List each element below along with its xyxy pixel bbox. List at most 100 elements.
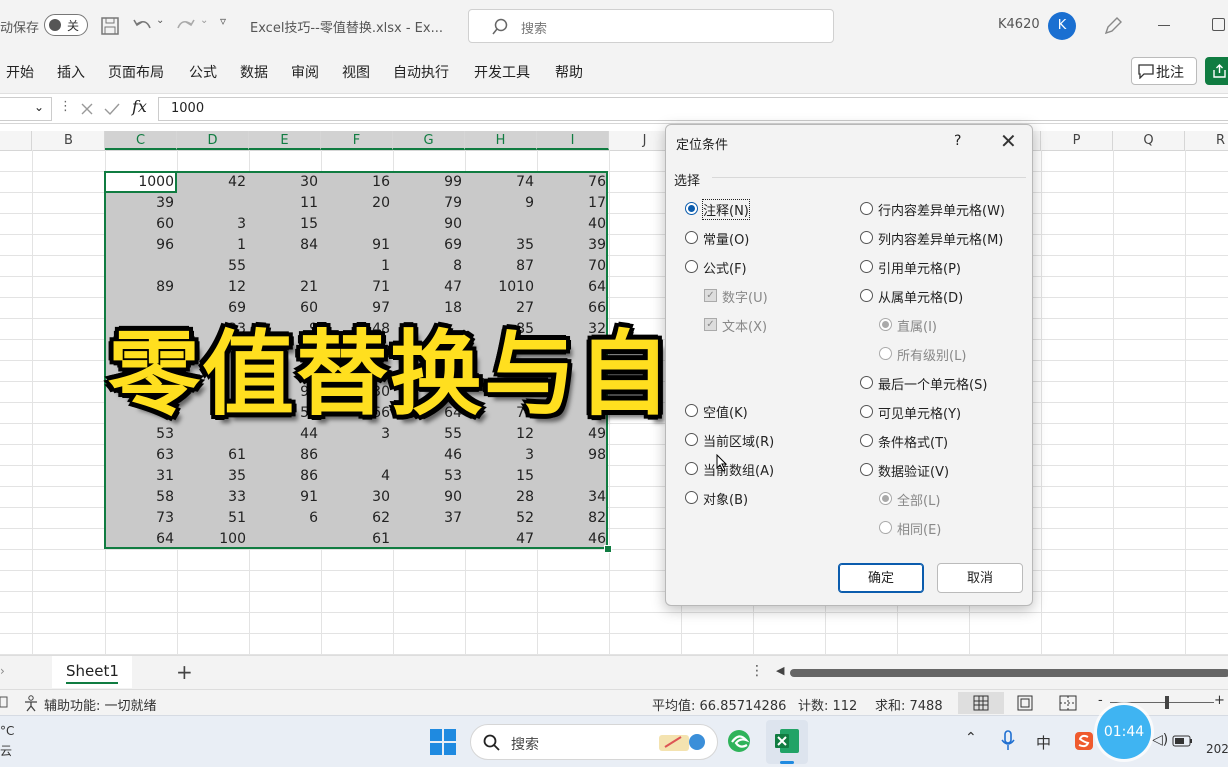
cell-value[interactable]: 46 [393,445,465,466]
tab-page-layout[interactable]: 页面布局 [108,62,164,82]
cell-value[interactable]: 30 [249,172,321,193]
sheet-tab-sheet1[interactable]: Sheet1 [52,656,132,688]
cell-value[interactable]: 52 [465,508,537,529]
designer-pen-icon[interactable] [1102,15,1124,37]
cell-value[interactable]: 35 [177,466,249,487]
zoom-slider[interactable] [1110,702,1214,703]
cell-value[interactable]: 61 [321,529,393,550]
cell-value[interactable]: 100 [177,529,249,550]
column-header-p[interactable]: P [1041,131,1113,150]
cell-value[interactable]: 89 [105,277,177,298]
status-average[interactable]: 平均值: 66.85714286 [652,695,786,714]
tab-help[interactable]: 帮助 [555,62,583,82]
share-button[interactable] [1205,57,1228,85]
page-break-view-icon[interactable] [1059,695,1077,711]
cell-value[interactable]: 39 [537,235,609,256]
excel-taskbar-button[interactable] [766,720,808,764]
cell-value[interactable]: 98 [537,445,609,466]
cell-value[interactable]: 74 [465,172,537,193]
cell-value[interactable]: 46 [537,529,609,550]
cell-value[interactable]: 17 [537,193,609,214]
cell-value[interactable]: 91 [321,235,393,256]
cell-value[interactable]: 3 [177,214,249,235]
column-header-q[interactable]: Q [1113,131,1185,150]
microphone-icon[interactable] [1000,730,1016,752]
insert-function-icon[interactable]: fx [132,97,147,116]
cell-value[interactable]: 16 [321,172,393,193]
sogou-ime-icon[interactable] [1074,731,1094,751]
cell-value[interactable]: 62 [321,508,393,529]
cell-value[interactable]: 58 [105,487,177,508]
column-header-f[interactable]: F [321,131,393,150]
ok-button[interactable]: 确定 [838,563,924,593]
cell-value[interactable]: 4 [321,466,393,487]
save-icon[interactable] [100,16,120,36]
formula-input[interactable]: 1000 [158,97,1228,121]
cell-value[interactable]: 76 [537,172,609,193]
column-header-i[interactable]: I [537,131,609,150]
tab-data[interactable]: 数据 [240,62,268,82]
status-count[interactable]: 计数: 112 [798,695,857,714]
cell-value[interactable]: 30 [321,487,393,508]
cell-value[interactable]: 86 [249,445,321,466]
cell-value[interactable]: 51 [177,508,249,529]
cell-value[interactable]: 11 [249,193,321,214]
tab-insert[interactable]: 插入 [57,62,85,82]
cell-value[interactable]: 39 [105,193,177,214]
fill-handle[interactable] [604,545,612,553]
help-button[interactable]: ? [954,133,961,149]
add-sheet-button[interactable]: + [176,660,193,684]
taskbar-search[interactable]: 搜索 [470,724,718,760]
cell-value[interactable]: 37 [393,508,465,529]
cell-value[interactable]: 63 [105,445,177,466]
cancel-button[interactable]: 取消 [937,563,1023,593]
cell-value[interactable]: 1 [177,235,249,256]
show-hidden-icons[interactable]: ⌃ [965,730,977,746]
weather-temp[interactable]: °C [0,724,14,738]
accessibility-icon[interactable] [22,694,40,712]
cell-value[interactable]: 3 [465,445,537,466]
cell-value[interactable]: 70 [537,256,609,277]
volume-icon[interactable]: ◁) [1152,732,1168,748]
cell-value[interactable]: 53 [393,466,465,487]
zoom-out-button[interactable]: - [1098,693,1103,708]
redo-icon[interactable] [174,16,196,36]
cell-value[interactable]: 71 [321,277,393,298]
undo-dropdown-icon[interactable]: ⌄ [156,15,164,26]
cell-value[interactable]: 87 [465,256,537,277]
customize-toolbar-icon[interactable]: ▿ [220,14,226,28]
restore-icon[interactable] [1212,18,1225,31]
clock-year[interactable]: 202 [1206,742,1228,756]
scroll-tabs-icon[interactable]: › [0,664,5,678]
avatar[interactable]: K [1048,12,1076,40]
redo-dropdown-icon[interactable]: ⌄ [200,15,208,26]
tab-review[interactable]: 审阅 [291,62,319,82]
zoom-slider-thumb[interactable] [1165,696,1169,709]
cell-value[interactable]: 64 [105,529,177,550]
zoom-in-button[interactable]: + [1214,693,1225,708]
minimize-icon[interactable] [1158,25,1170,26]
column-header-g[interactable]: G [393,131,465,150]
cell-value[interactable]: 64 [537,277,609,298]
page-layout-view-icon[interactable] [1016,695,1034,711]
column-header-b[interactable]: B [33,131,105,150]
cell-value[interactable]: 69 [393,235,465,256]
autosave-toggle[interactable]: 关 [44,14,88,36]
cell-value[interactable]: 1000 [105,172,177,193]
more-options-icon[interactable]: ⋮ [59,99,72,114]
cell-value[interactable]: 12 [177,277,249,298]
tab-split-handle[interactable]: ⋮ [750,663,764,679]
name-box-dropdown-icon[interactable]: ⌄ [34,100,44,114]
tab-home[interactable]: 开始 [6,62,34,82]
tab-formulas[interactable]: 公式 [189,62,217,82]
macro-record-icon[interactable] [0,695,8,709]
cell-value[interactable]: 47 [465,529,537,550]
windows-start-icon[interactable] [429,728,457,756]
cell-value[interactable]: 15 [465,466,537,487]
cell-value[interactable]: 79 [393,193,465,214]
column-header-d[interactable]: D [177,131,249,150]
name-box[interactable]: ⌄ [0,97,52,121]
cell-value[interactable]: 8 [393,256,465,277]
undo-icon[interactable] [132,16,154,36]
confirm-entry-icon[interactable] [104,102,120,116]
